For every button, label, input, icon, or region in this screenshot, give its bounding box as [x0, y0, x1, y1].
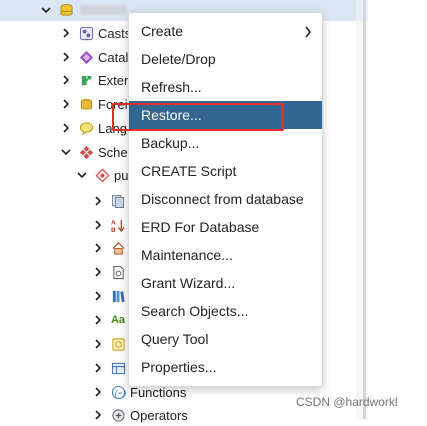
watermark: CSDN @hardworkl	[296, 395, 398, 409]
schemas-icon	[78, 144, 94, 160]
context-menu: Create Delete/Drop Refresh... Restore...…	[128, 12, 323, 387]
chevron-right-icon[interactable]	[92, 337, 104, 351]
chevron-right-icon	[304, 25, 312, 38]
fts-templates-icon	[110, 336, 126, 352]
catalogs-icon	[78, 49, 94, 65]
chevron-right-icon[interactable]	[60, 121, 72, 135]
menu-item-refresh[interactable]: Refresh...	[129, 73, 322, 101]
tree-item-fts-parsers[interactable]: Aa	[92, 309, 130, 331]
chevron-right-icon[interactable]	[92, 361, 104, 375]
menu-item-create-script[interactable]: CREATE Script	[129, 157, 322, 185]
menu-item-label: Search Objects...	[141, 303, 249, 319]
domains-icon	[110, 240, 126, 256]
menu-item-label: Properties...	[141, 359, 217, 375]
chevron-right-icon[interactable]	[60, 50, 72, 64]
chevron-right-icon[interactable]	[60, 26, 72, 40]
chevron-down-icon[interactable]	[40, 3, 52, 17]
tree-item-collations[interactable]: AB	[92, 214, 130, 236]
tree-item-languages[interactable]: Lang	[60, 117, 127, 139]
menu-item-label: CREATE Script	[141, 163, 237, 179]
tree-item-schemas[interactable]: Sche	[60, 141, 128, 163]
extensions-icon	[78, 72, 94, 88]
aggregates-icon	[110, 193, 126, 209]
menu-item-label: ERD For Database	[141, 219, 260, 235]
menu-item-label: Delete/Drop	[141, 51, 216, 67]
right-panel	[368, 0, 427, 419]
tree-item-label: Lang	[98, 120, 127, 136]
menu-item-delete-drop[interactable]: Delete/Drop	[129, 45, 322, 73]
tree-item-foreign-tables[interactable]	[92, 357, 130, 379]
tree-item-fts-templates[interactable]	[92, 333, 130, 355]
tree-item-fts-dictionaries[interactable]	[92, 285, 130, 307]
chevron-right-icon[interactable]	[92, 408, 104, 422]
fts-configurations-icon	[110, 264, 126, 280]
menu-item-create[interactable]: Create	[129, 17, 322, 45]
chevron-right-icon[interactable]	[60, 97, 72, 111]
menu-item-label: Refresh...	[141, 79, 202, 95]
database-row[interactable]	[40, 0, 126, 21]
functions-icon: (=)	[110, 384, 126, 400]
menu-item-maintenance[interactable]: Maintenance...	[129, 241, 322, 269]
svg-text:(=): (=)	[114, 387, 125, 397]
chevron-right-icon[interactable]	[92, 289, 104, 303]
operators-icon	[110, 407, 126, 423]
menu-item-label: Create	[141, 23, 184, 39]
chevron-right-icon[interactable]	[92, 194, 104, 208]
chevron-right-icon[interactable]	[92, 265, 104, 279]
svg-text:A: A	[111, 219, 116, 226]
menu-item-query-tool[interactable]: Query Tool	[129, 325, 322, 353]
languages-icon	[78, 120, 94, 136]
fts-dictionaries-icon	[110, 288, 126, 304]
tree-item-casts[interactable]: Casts	[60, 22, 131, 44]
tree-item-label: Forei	[98, 96, 128, 112]
chevron-down-icon[interactable]	[76, 168, 88, 182]
fts-parsers-icon: Aa	[110, 314, 126, 326]
chevron-right-icon[interactable]	[92, 385, 104, 399]
tree-item-extensions[interactable]: Exter	[60, 69, 128, 91]
tree-item-label: Exter	[98, 72, 129, 88]
chevron-right-icon[interactable]	[92, 241, 104, 255]
tree-item-label: Sche	[98, 144, 128, 160]
tree-item-foreign-data-wrappers[interactable]: Forei	[60, 93, 128, 115]
menu-item-label: Backup...	[141, 135, 200, 151]
foreign-data-wrappers-icon	[78, 96, 94, 112]
tree-item-label: Operators	[130, 407, 188, 423]
database-name-redacted	[80, 5, 126, 15]
casts-icon	[78, 25, 94, 41]
menu-item-erd-for-database[interactable]: ERD For Database	[129, 213, 322, 241]
menu-item-label: Query Tool	[141, 331, 209, 347]
menu-item-backup[interactable]: Backup...	[129, 129, 322, 157]
chevron-down-icon[interactable]	[60, 145, 72, 159]
menu-item-search-objects[interactable]: Search Objects...	[129, 297, 322, 325]
tree-item-label: pu	[114, 167, 129, 183]
panel-divider	[363, 0, 366, 419]
menu-item-label: Maintenance...	[141, 247, 233, 263]
menu-item-restore[interactable]: Restore...	[129, 101, 322, 129]
tree-item-label: Casts	[98, 25, 132, 41]
database-icon	[58, 2, 74, 18]
tree-item-catalogs[interactable]: Catal	[60, 46, 128, 68]
menu-item-grant-wizard[interactable]: Grant Wizard...	[129, 269, 322, 297]
chevron-right-icon[interactable]	[92, 218, 104, 232]
tree-item-domains[interactable]	[92, 237, 130, 259]
scroll-top-strip	[356, 0, 368, 21]
collations-icon: AB	[110, 217, 126, 233]
tree-item-fts-configurations[interactable]	[92, 261, 130, 283]
foreign-tables-icon	[110, 360, 126, 376]
menu-item-properties[interactable]: Properties...	[129, 353, 322, 381]
tree-item-public-schema[interactable]: pu	[76, 164, 128, 186]
chevron-right-icon[interactable]	[92, 313, 104, 327]
menu-item-label: Grant Wizard...	[141, 275, 236, 291]
menu-item-label: Restore...	[141, 107, 202, 123]
menu-item-disconnect-database[interactable]: Disconnect from database	[129, 185, 322, 213]
chevron-right-icon[interactable]	[60, 73, 72, 87]
scrollbar-track[interactable]	[356, 21, 368, 419]
public-schema-icon	[94, 167, 110, 183]
tree-item-label: Catal	[98, 49, 129, 65]
tree-item-aggregates[interactable]	[92, 190, 130, 212]
menu-item-label: Disconnect from database	[141, 191, 304, 207]
svg-text:B: B	[111, 227, 116, 233]
tree-item-operators[interactable]: Operators	[92, 404, 188, 426]
